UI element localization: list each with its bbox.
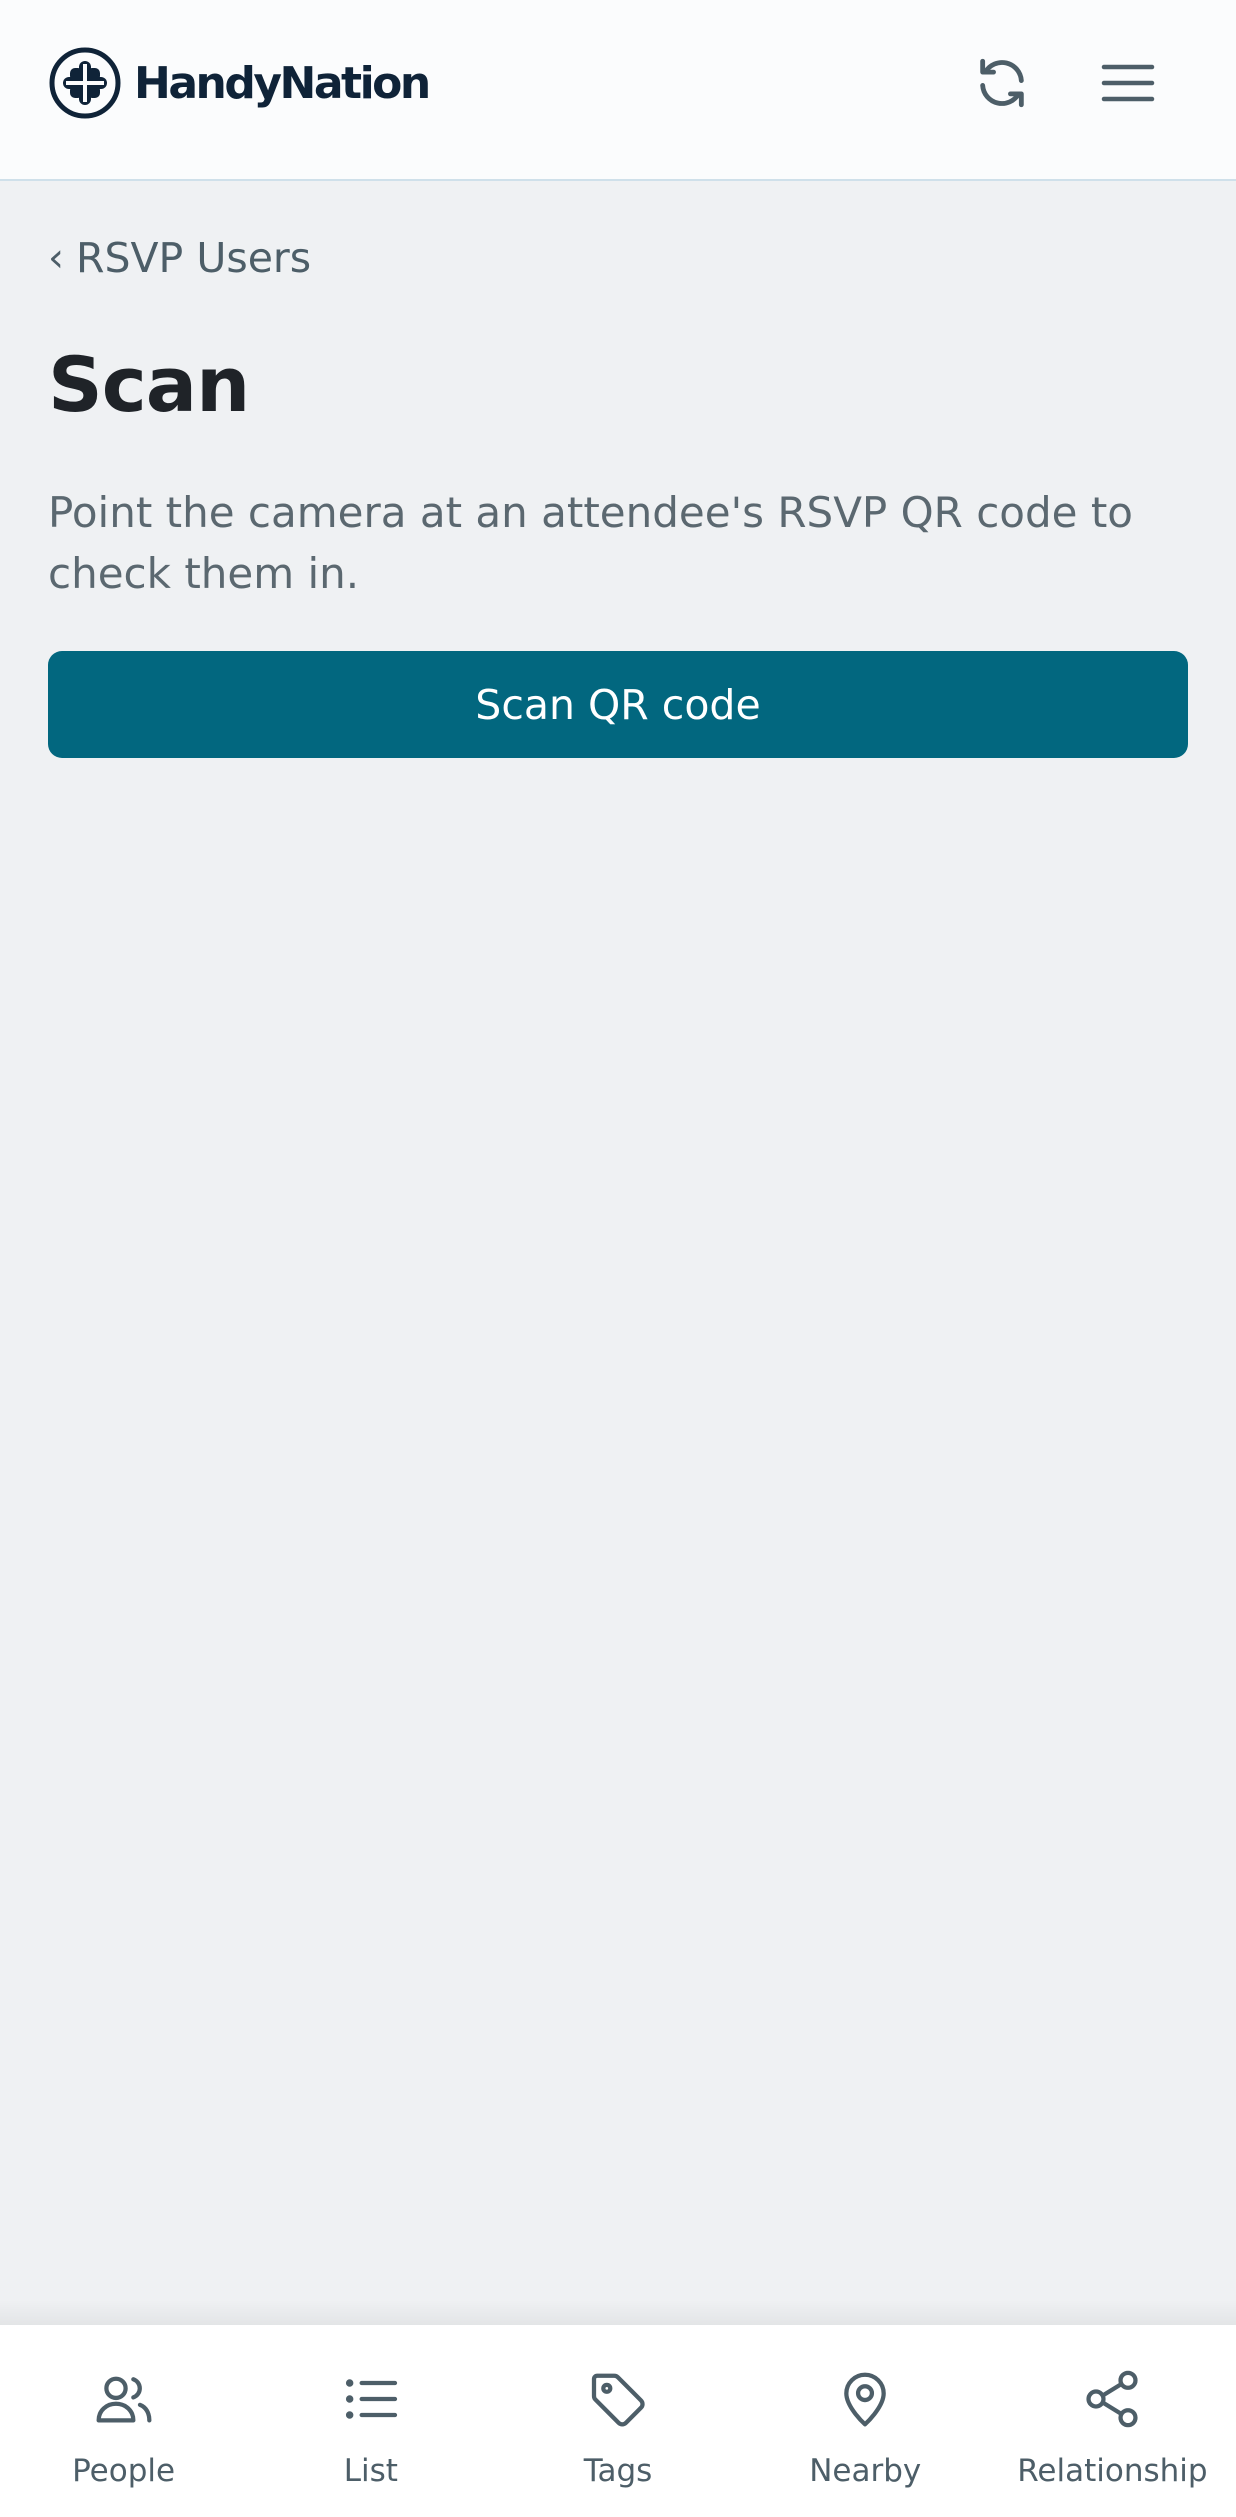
people-icon <box>96 2376 152 2423</box>
nav-item-nearby[interactable]: Nearby <box>742 2325 989 2517</box>
nav-item-tags[interactable]: Tags <box>494 2325 741 2517</box>
back-to-rsvp-users-link[interactable]: ‹ RSVP Users <box>48 234 311 282</box>
handynation-logo-icon <box>49 47 121 119</box>
nav-item-relationship[interactable]: Relationship <box>989 2325 1236 2517</box>
nav-label-nearby: Nearby <box>809 2453 922 2489</box>
brand-logo[interactable]: HandyNation <box>48 46 431 120</box>
brand-name: HandyNation <box>134 57 431 109</box>
share-nodes-icon <box>1086 2370 1139 2428</box>
nav-label-people: People <box>72 2453 176 2489</box>
menu-button[interactable] <box>1080 40 1176 126</box>
nav-label-tags: Tags <box>583 2453 653 2489</box>
refresh-button[interactable] <box>954 40 1050 126</box>
tag-icon <box>591 2373 645 2427</box>
bottom-nav-shadow <box>0 2300 1236 2325</box>
page-description: Point the camera at an attendee's RSVP Q… <box>48 488 1134 598</box>
hamburger-menu-icon <box>1101 64 1155 102</box>
page-title: Scan <box>48 340 250 429</box>
chevron-left-icon: ‹ <box>48 235 64 281</box>
nav-label-list: List <box>343 2453 398 2489</box>
nav-item-people[interactable]: People <box>0 2325 247 2517</box>
bottom-navigation: People List Tags Nearby Relationship <box>0 2325 1236 2517</box>
location-pin-icon <box>844 2372 887 2427</box>
nav-item-list[interactable]: List <box>247 2325 494 2517</box>
back-link-label: RSVP Users <box>76 234 312 282</box>
scan-qr-code-button[interactable]: Scan QR code <box>48 651 1188 758</box>
app-header: HandyNation <box>0 0 1236 181</box>
nav-label-relationship: Relationship <box>1017 2453 1208 2489</box>
refresh-icon <box>980 58 1024 108</box>
list-icon <box>345 2379 397 2419</box>
